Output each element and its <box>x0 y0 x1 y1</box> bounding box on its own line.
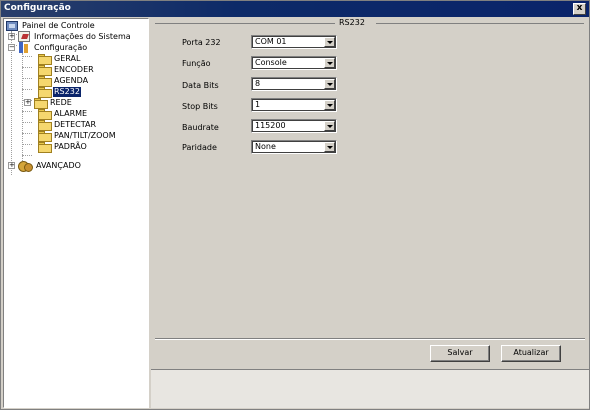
folder-icon <box>34 98 48 109</box>
tree-item-detectar[interactable]: DETECTAR <box>38 119 97 131</box>
folder-icon <box>38 65 52 76</box>
collapse-icon[interactable]: − <box>8 44 15 51</box>
tree-item-label: AVANÇADO <box>36 160 81 170</box>
tree-item-avancado[interactable]: + AVANÇADO <box>8 160 82 172</box>
dropdown-arrow-icon[interactable] <box>324 100 335 110</box>
folder-open-icon <box>38 87 52 98</box>
group-divider <box>155 23 335 24</box>
tree-item-label: PADRÃO <box>54 141 87 151</box>
tree-item-geral[interactable]: GERAL <box>38 53 81 65</box>
tree-item-label: RS232 <box>53 86 81 97</box>
folder-icon <box>38 142 52 153</box>
tree-item-encoder[interactable]: ENCODER <box>38 64 95 76</box>
baudrate-label: Baudrate <box>182 123 219 132</box>
navigation-tree: Painel de Controle + Informações do Sist… <box>3 18 149 408</box>
footer-divider <box>155 338 585 340</box>
porta-232-label: Porta 232 <box>182 38 221 47</box>
stop-bits-value: 1 <box>255 100 261 109</box>
tree-item-label: DETECTAR <box>54 119 97 129</box>
folder-icon <box>38 54 52 65</box>
dropdown-arrow-icon[interactable] <box>324 121 335 131</box>
tree-item-label: Configuração <box>34 42 88 52</box>
control-panel-icon <box>6 20 18 31</box>
tree-item-ptz[interactable]: PAN/TILT/ZOOM <box>38 130 117 142</box>
group-title: RS232 <box>339 18 365 27</box>
tree-item-rs232[interactable]: RS232 <box>38 86 81 98</box>
tree-item-system-info[interactable]: + Informações do Sistema <box>8 31 132 42</box>
stop-bits-label: Stop Bits <box>182 102 218 111</box>
funcao-label: Função <box>182 59 211 68</box>
paridade-label: Paridade <box>182 143 217 152</box>
tree-item-control-panel[interactable]: Painel de Controle <box>6 20 96 31</box>
title-bar: Configuração x <box>1 1 589 17</box>
configuration-icon <box>18 42 30 53</box>
refresh-button[interactable]: Atualizar <box>501 345 561 362</box>
tree-item-label: REDE <box>50 97 72 107</box>
tree-item-padrao[interactable]: PADRÃO <box>38 141 88 153</box>
tree-item-label: Painel de Controle <box>22 20 95 30</box>
configuration-window: Configuração x Painel de Controle + Info… <box>0 0 590 410</box>
tree-item-agenda[interactable]: AGENDA <box>38 75 89 87</box>
tree-item-rede[interactable]: + REDE <box>24 97 73 109</box>
group-divider <box>376 23 584 24</box>
tree-item-alarme[interactable]: ALARME <box>38 108 88 120</box>
tree-item-label: ALARME <box>54 108 88 118</box>
tree-item-label: AGENDA <box>54 75 89 85</box>
dropdown-arrow-icon[interactable] <box>324 142 335 152</box>
porta-232-select[interactable]: COM 01 <box>251 35 337 49</box>
tree-item-label: Informações do Sistema <box>34 31 131 41</box>
tree-item-label: PAN/TILT/ZOOM <box>54 130 116 140</box>
rs232-settings-panel: RS232 Porta 232 COM 01 Função Console Da… <box>151 18 589 408</box>
save-button[interactable]: Salvar <box>430 345 490 362</box>
baudrate-value: 115200 <box>255 121 286 130</box>
close-button[interactable]: x <box>573 3 586 15</box>
folder-icon <box>38 131 52 142</box>
folder-icon <box>38 76 52 87</box>
dropdown-arrow-icon[interactable] <box>324 37 335 47</box>
paridade-value: None <box>255 142 276 151</box>
system-info-icon <box>18 31 30 42</box>
data-bits-label: Data Bits <box>182 81 219 90</box>
tree-item-label: ENCODER <box>54 64 94 74</box>
tree-item-label: GERAL <box>54 53 81 63</box>
funcao-select[interactable]: Console <box>251 56 337 70</box>
expand-icon[interactable]: + <box>8 33 15 40</box>
data-bits-value: 8 <box>255 79 261 88</box>
dropdown-arrow-icon[interactable] <box>324 58 335 68</box>
paridade-select[interactable]: None <box>251 140 337 154</box>
expand-icon[interactable]: + <box>8 162 15 169</box>
folder-icon <box>38 120 52 131</box>
advanced-gears-icon <box>18 160 33 172</box>
porta-232-value: COM 01 <box>255 37 287 46</box>
window-title: Configuração <box>4 3 71 13</box>
stop-bits-select[interactable]: 1 <box>251 98 337 112</box>
funcao-value: Console <box>255 58 287 67</box>
expand-icon[interactable]: + <box>24 99 31 106</box>
tree-item-configuration[interactable]: − Configuração <box>8 42 88 53</box>
data-bits-select[interactable]: 8 <box>251 77 337 91</box>
folder-icon <box>38 109 52 120</box>
status-area <box>151 369 589 408</box>
baudrate-select[interactable]: 115200 <box>251 119 337 133</box>
dropdown-arrow-icon[interactable] <box>324 79 335 89</box>
